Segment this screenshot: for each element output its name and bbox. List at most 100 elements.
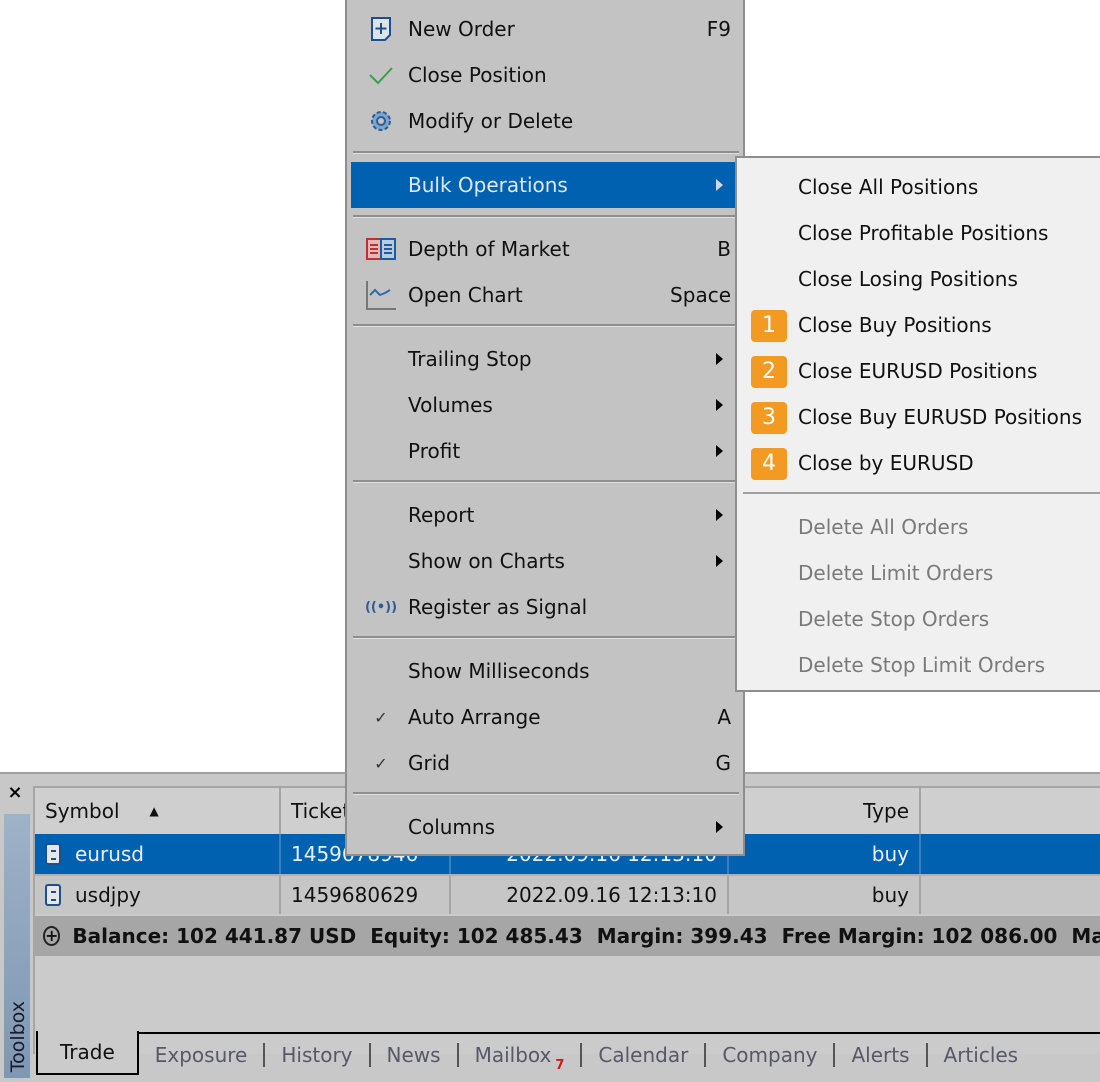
menu-item-label: Auto Arrange (408, 705, 541, 729)
column-header-label: Ticket (291, 799, 351, 823)
submenu-item-delete-stop-limit-orders: Delete Stop Limit Orders (737, 642, 1100, 688)
symbol-value: usdjpy (75, 883, 141, 907)
menu-item-modify-or-delete[interactable]: Modify or Delete (351, 98, 741, 144)
number-badge: 3 (751, 402, 787, 434)
tab-exposure[interactable]: Exposure (139, 1043, 264, 1067)
menu-item-label: Profit (408, 439, 461, 463)
account-summary-row: + Balance: 102 441.87 USD Equity: 102 48… (35, 916, 1100, 956)
cell-symbol: usdjpy (35, 876, 281, 914)
menu-item-label: Modify or Delete (408, 109, 574, 133)
position-icon (45, 843, 61, 865)
menu-item-label: Report (408, 503, 475, 527)
check-icon (363, 52, 399, 98)
menu-item-label: Close Losing Positions (798, 267, 1018, 291)
menu-item-grid[interactable]: ✓ Grid G (351, 740, 741, 786)
tab-mailbox[interactable]: Mailbox 7 (459, 1043, 581, 1073)
submenu-item-close-buy-eurusd-positions[interactable]: 3 Close Buy EURUSD Positions (737, 394, 1100, 440)
new-order-icon (363, 6, 399, 52)
menu-item-label: Delete Stop Orders (798, 607, 990, 631)
bulk-operations-submenu: Close All Positions Close Profitable Pos… (735, 156, 1100, 692)
column-header-type[interactable]: Type (729, 788, 921, 834)
table-row[interactable]: usdjpy 1459680629 2022.09.16 12:13:10 bu… (35, 874, 1100, 914)
menu-item-new-order[interactable]: New Order F9 (351, 6, 741, 52)
tab-label: Mailbox (474, 1043, 552, 1067)
menu-item-label: Delete All Orders (798, 515, 969, 539)
menu-shortcut: G (715, 751, 732, 775)
submenu-item-delete-limit-orders: Delete Limit Orders (737, 550, 1100, 596)
submenu-item-close-profitable-positions[interactable]: Close Profitable Positions (737, 210, 1100, 256)
close-icon[interactable]: × (4, 782, 26, 804)
tab-trade[interactable]: Trade (36, 1031, 139, 1075)
menu-item-open-chart[interactable]: Open Chart Space (351, 272, 741, 318)
submenu-item-close-eurusd-positions[interactable]: 2 Close EURUSD Positions (737, 348, 1100, 394)
menu-item-label: Delete Stop Limit Orders (798, 653, 1046, 677)
menu-item-label: Depth of Market (408, 237, 570, 261)
submenu-item-close-buy-positions[interactable]: 1 Close Buy Positions (737, 302, 1100, 348)
column-header-label: Type (863, 799, 909, 823)
menu-item-depth-of-market[interactable]: Depth of Market B (351, 226, 741, 272)
context-menu: New Order F9 Close Position Modify or De… (345, 0, 745, 856)
menu-item-label: Show on Charts (408, 549, 565, 573)
menu-item-label: Show Milliseconds (408, 659, 590, 683)
tab-articles[interactable]: Articles (928, 1043, 1035, 1067)
position-icon (45, 884, 61, 906)
menu-item-label: Close Profitable Positions (798, 221, 1049, 245)
menu-item-label: New Order (408, 17, 515, 41)
submenu-item-delete-all-orders: Delete All Orders (737, 504, 1100, 550)
menu-item-show-on-charts[interactable]: Show on Charts (351, 538, 741, 584)
menu-item-profit[interactable]: Profit (351, 428, 741, 474)
tab-calendar[interactable]: Calendar (582, 1043, 704, 1067)
chart-icon (363, 272, 399, 318)
toolbox-side-bar: Toolbox (4, 814, 30, 1078)
menu-separator (353, 151, 739, 154)
menu-item-label: Register as Signal (408, 595, 588, 619)
tab-alerts[interactable]: Alerts (835, 1043, 925, 1067)
menu-item-columns[interactable]: Columns (351, 804, 741, 850)
column-header-label: Symbol (45, 799, 120, 823)
menu-item-close-position[interactable]: Close Position (351, 52, 741, 98)
menu-item-label: Close Buy Positions (798, 313, 992, 337)
cell-empty (921, 834, 1100, 874)
menu-separator (353, 636, 739, 639)
menu-item-trailing-stop[interactable]: Trailing Stop (351, 336, 741, 382)
menu-item-report[interactable]: Report (351, 492, 741, 538)
menu-separator (353, 215, 739, 218)
column-header-empty (921, 788, 1100, 834)
number-badge: 4 (751, 448, 787, 480)
column-header-symbol[interactable]: Symbol ▲ (35, 788, 281, 834)
gear-icon (363, 98, 399, 144)
menu-item-label: Trailing Stop (408, 347, 532, 371)
menu-item-label: Grid (408, 751, 450, 775)
sort-ascending-icon: ▲ (149, 804, 159, 818)
menu-item-label: Close Buy EURUSD Positions (798, 405, 1082, 429)
mailbox-count-badge: 7 (555, 1058, 565, 1073)
tab-company[interactable]: Company (706, 1043, 833, 1067)
expand-plus-icon[interactable]: + (43, 926, 61, 946)
checkmark-icon: ✓ (374, 753, 388, 773)
number-badge: 2 (751, 356, 787, 388)
menu-item-register-as-signal[interactable]: ((•)) Register as Signal (351, 584, 741, 630)
submenu-item-close-all-positions[interactable]: Close All Positions (737, 164, 1100, 210)
menu-item-label: Bulk Operations (408, 173, 568, 197)
menu-item-auto-arrange[interactable]: ✓ Auto Arrange A (351, 694, 741, 740)
menu-item-show-milliseconds[interactable]: Show Milliseconds (351, 648, 741, 694)
checkmark-icon: ✓ (374, 707, 388, 727)
menu-item-label: Volumes (408, 393, 493, 417)
depth-of-market-icon (363, 226, 399, 272)
tab-history[interactable]: History (265, 1043, 368, 1067)
submenu-arrow-icon (716, 445, 723, 457)
cell-type: buy (729, 834, 921, 874)
submenu-arrow-icon (716, 353, 723, 365)
menu-separator (353, 324, 739, 327)
menu-separator (353, 792, 739, 795)
menu-shortcut: Space (670, 283, 731, 307)
submenu-item-close-by-eurusd[interactable]: 4 Close by EURUSD (737, 440, 1100, 486)
submenu-item-close-losing-positions[interactable]: Close Losing Positions (737, 256, 1100, 302)
tab-news[interactable]: News (371, 1043, 457, 1067)
submenu-arrow-icon (716, 179, 723, 191)
toolbox-title: Toolbox (7, 1000, 29, 1072)
free-margin-value: Free Margin: 102 086.00 (781, 924, 1058, 948)
menu-item-bulk-operations[interactable]: Bulk Operations (351, 162, 741, 208)
submenu-arrow-icon (716, 555, 723, 567)
menu-item-volumes[interactable]: Volumes (351, 382, 741, 428)
